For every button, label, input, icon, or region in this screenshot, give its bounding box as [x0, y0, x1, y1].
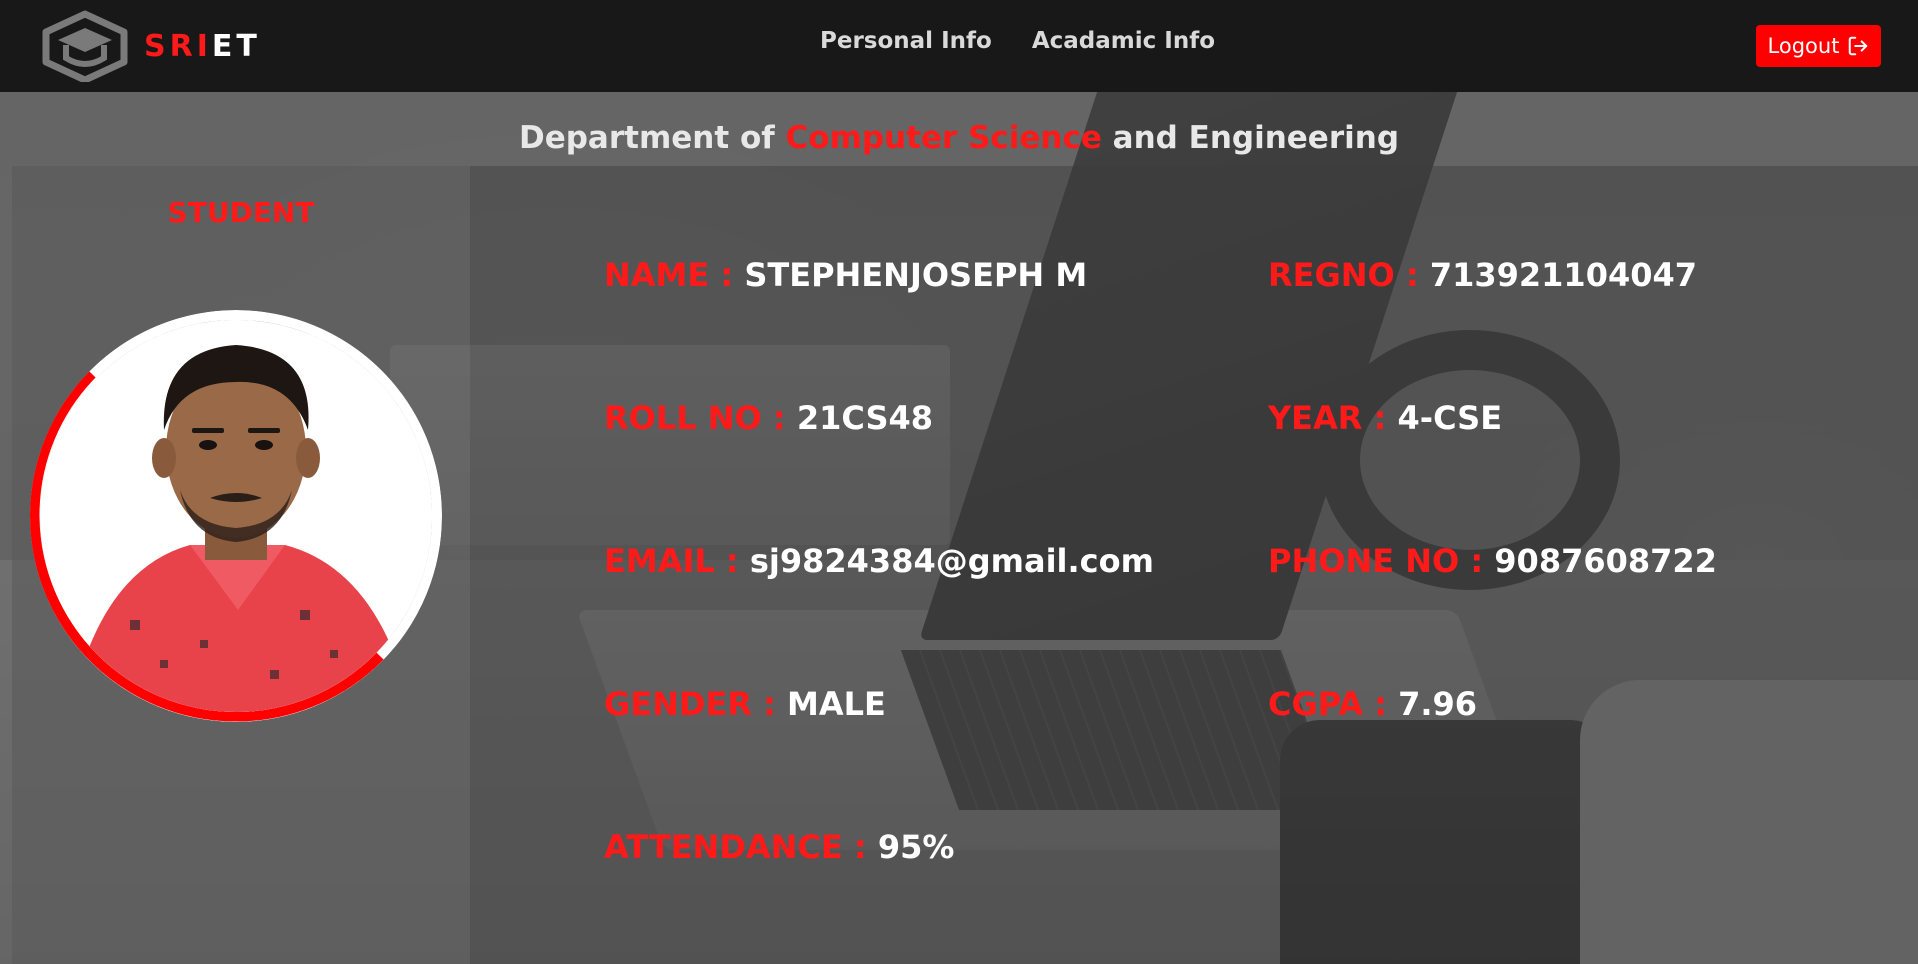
brand-name-white: ET	[211, 28, 261, 64]
field-gender-label: GENDER :	[604, 685, 788, 723]
nav-personal-info[interactable]: Personal Info	[820, 28, 992, 54]
field-gender-value: MALE	[787, 685, 886, 723]
field-name: NAME : STEPHENJOSEPH M	[604, 256, 1087, 294]
top-navbar: SRIET Personal Info Acadamic Info Logout	[0, 0, 1918, 92]
department-title-highlight: Computer Science	[785, 120, 1102, 156]
field-year-value: 4-CSE	[1397, 399, 1503, 437]
field-rollno-label: ROLL NO :	[604, 399, 797, 437]
field-year: YEAR : 4-CSE	[1268, 399, 1502, 437]
department-title-prefix: Department of	[518, 120, 786, 156]
field-attendance-label: ATTENDANCE :	[604, 828, 878, 866]
logout-button[interactable]: Logout	[1756, 25, 1881, 67]
logout-icon	[1849, 36, 1868, 56]
nav-links: Personal Info Acadamic Info	[820, 28, 1215, 54]
nav-academic-info[interactable]: Acadamic Info	[1032, 28, 1215, 54]
department-title-suffix: and Engineering	[1101, 120, 1400, 156]
field-name-value: STEPHENJOSEPH M	[744, 256, 1088, 294]
field-email-value: sj9824384@gmail.com	[749, 542, 1154, 580]
field-attendance-value: 95%	[877, 828, 955, 866]
field-email-label: EMAIL :	[604, 542, 750, 580]
field-regno-value: 713921104047	[1429, 256, 1698, 294]
brand-name-red: SRI	[144, 28, 212, 64]
department-title: Department of Computer Science and Engin…	[0, 120, 1918, 156]
field-regno-label: REGNO :	[1268, 256, 1430, 294]
graduation-cap-logo-icon	[42, 10, 128, 82]
field-email: EMAIL : sj9824384@gmail.com	[604, 542, 1154, 580]
field-name-label: NAME :	[604, 256, 745, 294]
field-phone-label: PHONE NO :	[1268, 542, 1495, 580]
field-regno: REGNO : 713921104047	[1268, 256, 1697, 294]
field-year-label: YEAR :	[1268, 399, 1398, 437]
field-cgpa-label: CGPA :	[1268, 685, 1399, 723]
avatar	[40, 320, 432, 712]
logout-label: Logout	[1767, 34, 1840, 58]
field-phone-value: 9087608722	[1494, 542, 1717, 580]
field-phone: PHONE NO : 9087608722	[1268, 542, 1717, 580]
field-attendance: ATTENDANCE : 95%	[604, 828, 954, 866]
profile-role: STUDENT	[167, 196, 315, 229]
student-photo	[40, 320, 432, 712]
field-cgpa-value: 7.96	[1398, 685, 1478, 723]
brand-name: SRIET	[144, 29, 261, 64]
field-cgpa: CGPA : 7.96	[1268, 685, 1477, 723]
field-rollno: ROLL NO : 21CS48	[604, 399, 933, 437]
brand[interactable]: SRIET	[42, 10, 261, 82]
field-gender: GENDER : MALE	[604, 685, 886, 723]
field-rollno-value: 21CS48	[796, 399, 934, 437]
